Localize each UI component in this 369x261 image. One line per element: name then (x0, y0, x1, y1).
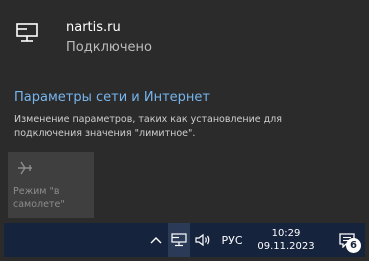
network-tray-button[interactable] (168, 223, 190, 257)
airplane-mode-label: Режим "в самолете" (13, 186, 65, 210)
chevron-up-icon (150, 237, 162, 244)
clock-time: 10:29 (271, 228, 301, 239)
network-settings-description: Изменение параметров, таких как установл… (14, 114, 282, 139)
language-indicator[interactable]: РУС (216, 223, 248, 257)
ethernet-icon (171, 233, 187, 247)
network-settings-link[interactable]: Параметры сети и Интернет (14, 90, 210, 105)
volume-tray-button[interactable] (192, 223, 214, 257)
network-status: Подключено (66, 40, 152, 55)
ethernet-icon (16, 23, 38, 42)
notification-count-badge: 6 (346, 238, 361, 253)
network-name: nartis.ru (66, 20, 121, 35)
clock-date: 09.11.2023 (257, 241, 315, 252)
network-flyout: nartis.ru Подключено Параметры сети и Ин… (4, 4, 365, 223)
taskbar: РУС 10:29 09.11.2023 6 (4, 223, 365, 257)
show-hidden-icons-button[interactable] (147, 223, 165, 257)
airplane-icon (18, 161, 32, 175)
speaker-icon (195, 233, 210, 247)
airplane-mode-tile[interactable]: Режим "в самолете" (8, 152, 94, 218)
network-item[interactable]: nartis.ru Подключено (12, 18, 352, 70)
clock-button[interactable]: 10:29 09.11.2023 (252, 223, 320, 257)
action-center-button[interactable]: 6 (332, 223, 362, 257)
